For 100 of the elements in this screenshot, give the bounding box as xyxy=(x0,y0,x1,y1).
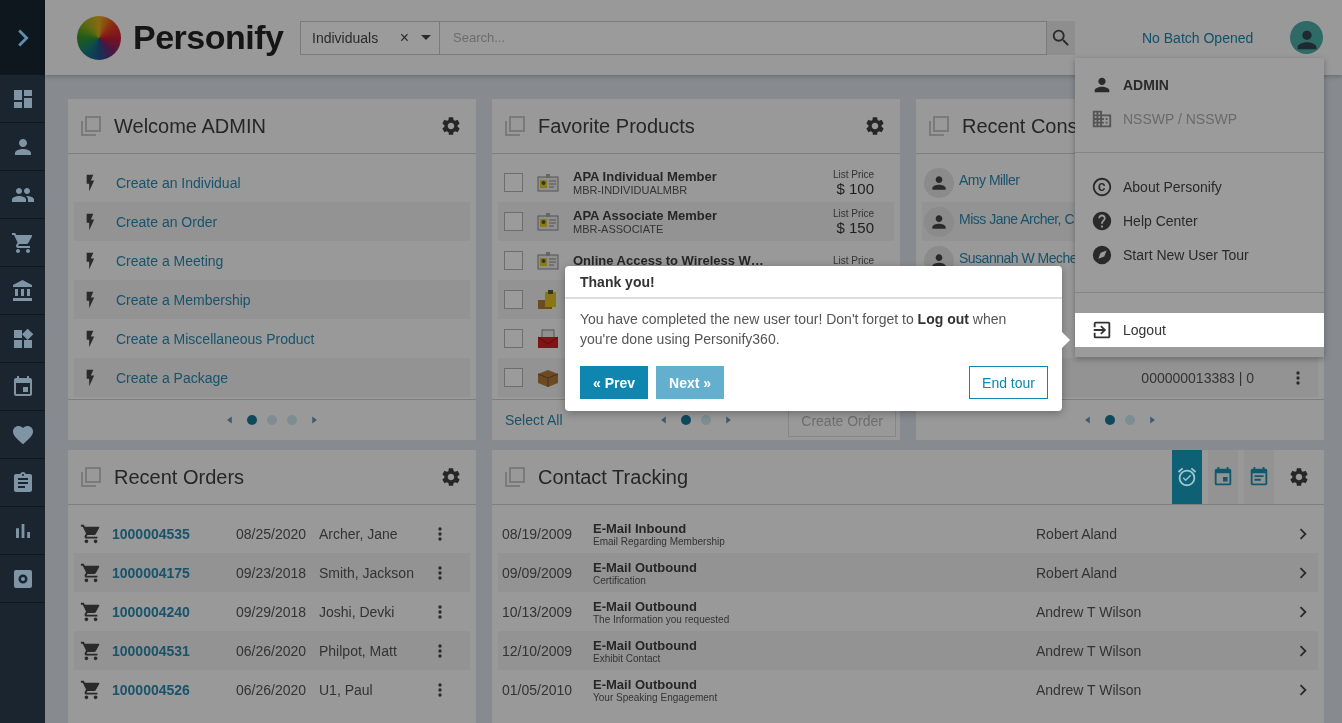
widget-title: Contact Tracking xyxy=(538,465,689,489)
cart-icon[interactable] xyxy=(10,230,35,255)
menu-label: Help Center xyxy=(1123,213,1198,229)
widget-title: Welcome ADMIN xyxy=(114,114,266,138)
view-tab[interactable] xyxy=(1172,450,1202,504)
pager-dot[interactable] xyxy=(267,415,277,425)
pager-dot[interactable] xyxy=(247,415,257,425)
cart-icon xyxy=(80,639,102,662)
view-tab[interactable] xyxy=(1244,450,1274,504)
menu-item[interactable]: ADMIN xyxy=(1075,68,1324,102)
contact-subject: The Information you requested xyxy=(593,613,731,625)
contact-subject: Certification xyxy=(593,574,647,586)
pager-dot[interactable] xyxy=(701,415,711,425)
avatar-icon[interactable] xyxy=(1290,21,1323,54)
pager-dot[interactable] xyxy=(681,415,691,425)
checkbox[interactable] xyxy=(504,173,523,192)
staff-name: Robert Aland xyxy=(1036,564,1118,581)
view-tab[interactable] xyxy=(1208,450,1238,504)
action-link[interactable]: Create a Membership xyxy=(116,291,251,308)
settings-icon[interactable] xyxy=(440,466,462,488)
price: $ 150 xyxy=(836,218,874,236)
pager-dot[interactable] xyxy=(1105,415,1115,425)
prev-button[interactable]: « Prev xyxy=(580,366,649,399)
constituent-link[interactable]: Susannah W Meche xyxy=(959,249,1078,266)
logout-icon xyxy=(1091,319,1113,341)
search-button[interactable] xyxy=(1047,20,1075,55)
price-label: List Price xyxy=(832,255,874,266)
menu-label: About Personify xyxy=(1123,179,1222,195)
envelope-icon xyxy=(537,328,559,349)
product-name[interactable]: Online Access to Wireless W… xyxy=(573,253,833,268)
menu-label: Logout xyxy=(1123,322,1166,338)
calendar-notes-icon xyxy=(1248,466,1270,488)
product-name[interactable]: APA Individual Member xyxy=(573,169,833,184)
compass-icon xyxy=(1091,244,1113,266)
contact-type: E-Mail Outbound xyxy=(593,637,698,653)
order-date: 09/29/2018 xyxy=(236,603,308,620)
checkbox[interactable] xyxy=(504,251,523,270)
price: $ 100 xyxy=(836,179,874,197)
stack-icon xyxy=(504,115,526,137)
settings-icon[interactable] xyxy=(864,115,886,137)
contact-date: 01/05/2010 xyxy=(502,681,574,698)
cart-icon xyxy=(80,600,102,623)
constituent-id: 000000013383 | 0 xyxy=(1141,369,1254,386)
stack-icon xyxy=(504,466,526,488)
settings-icon[interactable] xyxy=(1288,466,1310,488)
checkbox[interactable] xyxy=(504,290,523,309)
menu-item[interactable]: Logout xyxy=(1075,313,1324,347)
menu-label: Start New User Tour xyxy=(1123,247,1249,263)
widget-title: Recent Cons xyxy=(962,114,1078,138)
action-link[interactable]: Create an Individual xyxy=(116,174,241,191)
contact-type: E-Mail Outbound xyxy=(593,598,698,614)
select-all-link[interactable]: Select All xyxy=(505,412,563,428)
alarm-check-icon xyxy=(1176,466,1198,488)
pager-dot[interactable] xyxy=(287,415,297,425)
constituent-link[interactable]: Amy Miller xyxy=(959,171,1020,188)
popover-title: Thank you! xyxy=(565,266,1062,299)
order-link[interactable]: 1000004535 xyxy=(112,525,236,542)
clear-button[interactable]: × xyxy=(399,28,409,47)
action-link[interactable]: Create a Meeting xyxy=(116,252,224,269)
menu-item[interactable]: Start New User Tour xyxy=(1075,238,1324,272)
tour-message: You have completed the new user tour! Don't forget to Log out when you're done using Personify360. xyxy=(579,310,1008,349)
checkbox[interactable] xyxy=(504,368,523,387)
menu-item[interactable]: About Personify xyxy=(1075,170,1324,204)
customer-name: Joshi, Devki xyxy=(319,603,396,620)
contact-date: 08/19/2009 xyxy=(502,525,574,542)
pager-dot[interactable] xyxy=(1125,415,1135,425)
widget-title: Recent Orders xyxy=(114,465,245,489)
copyright-icon xyxy=(1091,176,1113,198)
action-link[interactable]: Create a Package xyxy=(116,369,229,386)
search-scope-select[interactable]: Individuals × xyxy=(300,20,440,55)
batch-link[interactable]: No Batch Opened xyxy=(1142,29,1254,46)
checkbox[interactable] xyxy=(504,329,523,348)
action-link[interactable]: Create a Miscellaneous Product xyxy=(116,330,315,347)
checkbox[interactable] xyxy=(504,212,523,231)
staff-name: Andrew T Wilson xyxy=(1036,603,1143,620)
contact-subject: Exhibit Contact xyxy=(593,652,662,664)
menu-label: ADMIN xyxy=(1123,77,1169,93)
bank-icon[interactable] xyxy=(10,278,35,303)
widget-title: Favorite Products xyxy=(538,114,695,138)
staff-name: Andrew T Wilson xyxy=(1036,642,1143,659)
product-name[interactable]: APA Associate Member xyxy=(573,208,833,223)
price-label: List Price xyxy=(832,207,874,219)
constituent-link[interactable]: Miss Jane Archer, C xyxy=(959,210,1074,227)
member-card-icon xyxy=(537,212,559,231)
caret-icon xyxy=(421,35,431,40)
brand-name: Personify xyxy=(133,18,285,57)
member-card-icon xyxy=(537,251,559,270)
end-tour-button[interactable]: End tour xyxy=(969,366,1048,399)
menu-item[interactable]: Help Center xyxy=(1075,204,1324,238)
settings-icon[interactable] xyxy=(440,115,462,137)
member-card-icon xyxy=(537,173,559,192)
action-link[interactable]: Create an Order xyxy=(116,213,218,230)
order-link[interactable]: 1000004531 xyxy=(112,642,236,659)
contact-subject: Your Speaking Engagement xyxy=(593,691,719,703)
order-link[interactable]: 1000004526 xyxy=(112,681,236,698)
contact-type: E-Mail Outbound xyxy=(593,676,698,692)
order-link[interactable]: 1000004175 xyxy=(112,564,236,581)
contact-date: 10/13/2009 xyxy=(502,603,574,620)
order-link[interactable]: 1000004240 xyxy=(112,603,236,620)
help-icon xyxy=(1091,210,1113,232)
